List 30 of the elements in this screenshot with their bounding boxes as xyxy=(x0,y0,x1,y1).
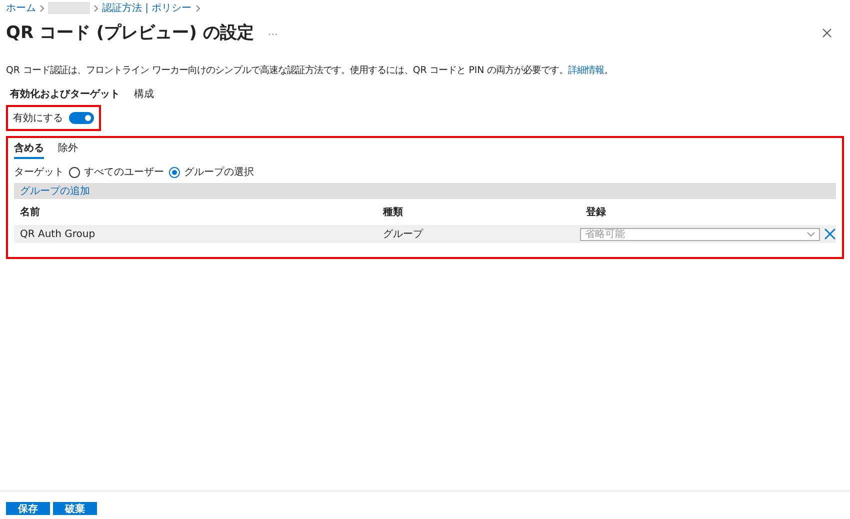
column-header: 名前 xyxy=(19,206,41,220)
column-header: 登録 xyxy=(584,206,607,220)
close-icon[interactable] xyxy=(820,26,834,40)
breadcrumb-link[interactable]: ホーム xyxy=(6,1,36,15)
page-title: QR コード (プレビュー) の設定 xyxy=(6,22,254,44)
redacted-block xyxy=(48,2,90,14)
enable-label: 有効にする xyxy=(13,112,63,125)
column-header: 種類 xyxy=(382,206,404,220)
radio-option[interactable]: グループの選択 xyxy=(169,165,254,179)
radio-option[interactable]: すべてのユーザー xyxy=(69,165,164,179)
tab[interactable]: 除外 xyxy=(58,141,78,159)
learn-more-link[interactable]: 詳細情報 xyxy=(568,65,604,76)
chevron-right-icon xyxy=(94,4,98,12)
enable-toggle[interactable] xyxy=(69,112,94,124)
tab[interactable]: 構成 xyxy=(134,87,154,101)
table-cell-text: QR Auth Group xyxy=(19,228,96,240)
chevron-down-icon xyxy=(807,232,815,236)
more-options[interactable]: … xyxy=(268,27,278,38)
remove-icon[interactable] xyxy=(824,228,836,240)
action-button[interactable]: 保存 xyxy=(6,502,50,515)
breadcrumb-link[interactable]: 認証方法 | ポリシー xyxy=(102,1,192,15)
action-button[interactable]: 破棄 xyxy=(53,502,97,515)
target-label: ターゲット xyxy=(14,166,64,179)
chevron-right-icon xyxy=(40,4,44,12)
tab[interactable]: 有効化およびターゲット xyxy=(10,87,120,101)
tab[interactable]: 含める xyxy=(14,141,44,159)
description-text: QR コード認証は、フロントライン ワーカー向けのシンプルで高速な認証方法です。使用するには、QR コードと PIN の両方が必要です。詳細情報。 xyxy=(6,64,614,77)
table-cell-text: グループ xyxy=(382,228,424,241)
chevron-right-icon xyxy=(196,4,200,12)
add-group-link[interactable]: グループの追加 xyxy=(20,184,90,198)
